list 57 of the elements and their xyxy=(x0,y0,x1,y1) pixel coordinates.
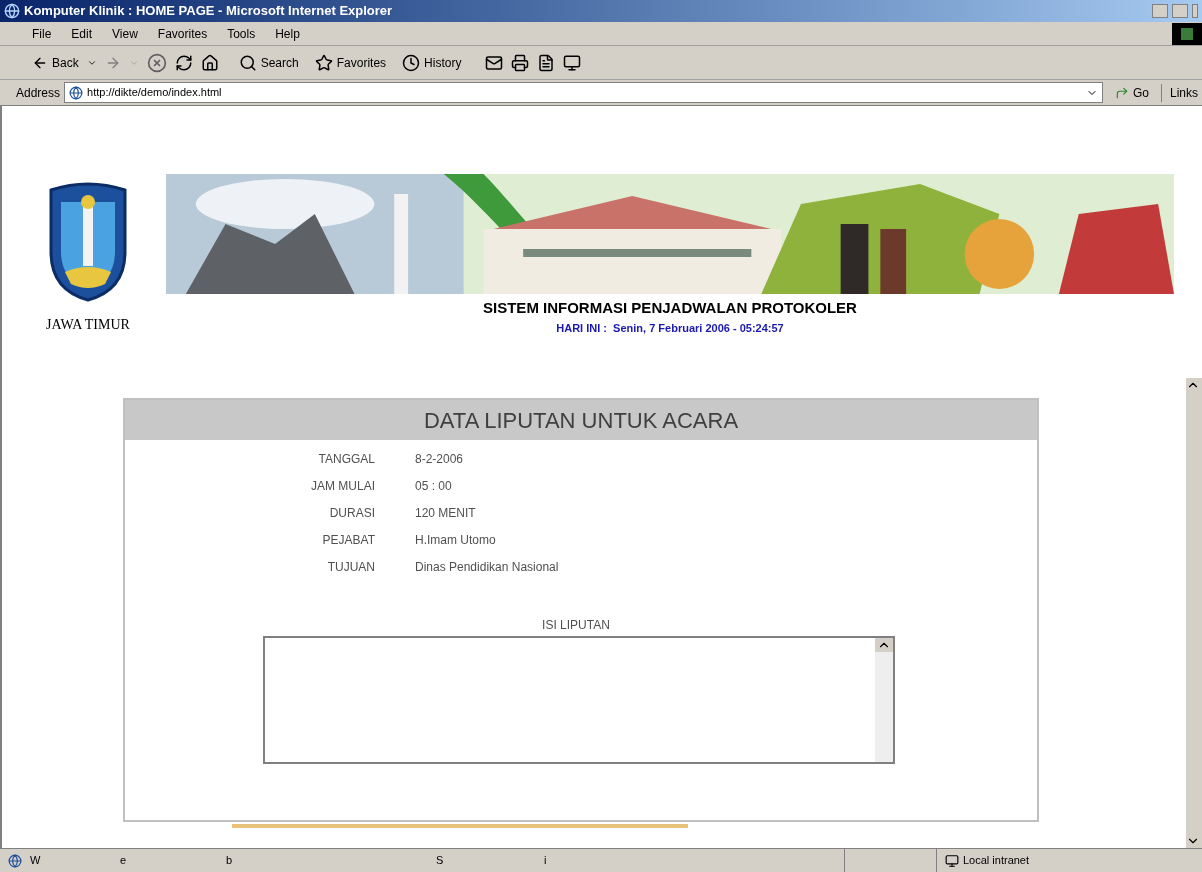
menu-item[interactable]: Edit xyxy=(71,24,93,43)
restore-button[interactable] xyxy=(1172,4,1188,18)
scroll-up-icon[interactable] xyxy=(875,638,893,652)
minimize-button[interactable] xyxy=(1152,4,1168,18)
field-label: DURASI xyxy=(328,505,375,522)
computer-icon xyxy=(945,853,959,868)
field-label: PEJABAT xyxy=(321,532,375,549)
field-value: 120 MENIT xyxy=(415,505,476,522)
browser-icon xyxy=(4,3,20,19)
scrollbar[interactable] xyxy=(875,638,893,762)
page-scrollbar[interactable] xyxy=(1186,378,1202,848)
go-button[interactable]: Go xyxy=(1106,83,1157,102)
refresh-icon[interactable] xyxy=(174,53,193,72)
content-label: ISI LIPUTAN xyxy=(542,617,610,634)
field-value: 8-2-2006 xyxy=(415,451,464,468)
logo-caption: JAWA TIMUR xyxy=(46,316,130,334)
favorites-button[interactable]: Favorites xyxy=(314,53,387,72)
status-text: S xyxy=(436,853,445,869)
print-icon[interactable] xyxy=(511,53,530,72)
status-text: e xyxy=(120,853,128,869)
system-heading: SISTEM INFORMASI PENJADWALAN PROTOKOLER xyxy=(483,298,857,318)
page-icon xyxy=(69,85,84,100)
home-icon[interactable] xyxy=(200,53,219,72)
close-button[interactable] xyxy=(1192,4,1198,18)
field-label: JAM MULAI xyxy=(310,478,375,495)
search-button[interactable]: Search xyxy=(238,53,299,72)
field-value: H.Imam Utomo xyxy=(415,532,496,549)
menu-item[interactable]: View xyxy=(112,24,138,43)
links-label[interactable]: Links xyxy=(1161,83,1202,102)
history-button[interactable]: History xyxy=(402,53,462,72)
content-textarea[interactable] xyxy=(263,636,895,764)
search-icon xyxy=(238,53,257,72)
status-text: b xyxy=(226,853,234,869)
date-line: HARI INI : Senin, 7 Februari 2006 - 05:24:57 xyxy=(556,320,784,336)
field-label: TANGGAL xyxy=(317,451,375,468)
field-label: TUJUAN xyxy=(326,559,375,576)
menu-item[interactable]: Favorites xyxy=(157,24,208,43)
stop-icon[interactable] xyxy=(146,52,167,73)
back-button[interactable]: Back xyxy=(32,53,79,72)
field-value: Dinas Pendidikan Nasional xyxy=(415,559,559,576)
star-icon xyxy=(314,53,333,72)
go-arrow-icon xyxy=(1114,85,1129,100)
status-text: W xyxy=(30,853,42,869)
menu-item[interactable]: File xyxy=(32,24,52,43)
panel-title: DATA LIPUTAN UNTUK ACARA xyxy=(423,406,739,435)
window-title: Komputer Klinik : HOME PAGE - Microsoft Internet Explorer xyxy=(24,2,394,21)
clock-icon xyxy=(402,53,421,72)
address-text: http://dikte/demo/index.html xyxy=(87,85,222,101)
zone-label: Local intranet xyxy=(936,849,1202,872)
field-value: 05 : 00 xyxy=(415,478,452,495)
address-label: Address xyxy=(16,84,61,102)
mail-icon[interactable] xyxy=(485,53,504,72)
page-icon xyxy=(8,853,22,868)
menu-item[interactable]: Help xyxy=(275,24,300,43)
address-field[interactable]: http://dikte/demo/index.html xyxy=(64,82,1103,103)
menu-item[interactable]: Tools xyxy=(227,24,256,43)
status-text: i xyxy=(544,853,548,869)
